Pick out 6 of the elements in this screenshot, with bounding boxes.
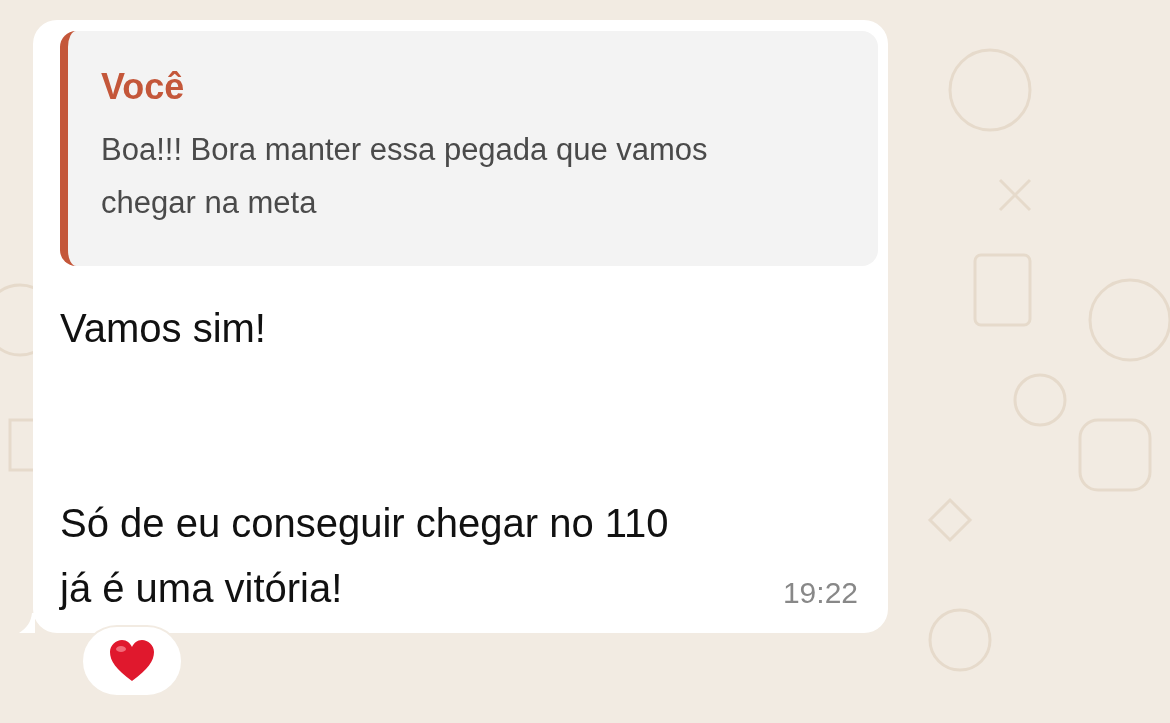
message-text: Vamos sim! Só de eu conseguir chegar no 110 já é uma vitória!	[60, 304, 669, 612]
message-time: 19:22	[782, 574, 858, 611]
quote-text: Boa!!! Bora manter essa pegada que vamos chegar na meta	[101, 131, 709, 222]
heart-icon	[108, 638, 156, 683]
quoted-message[interactable]: Você Boa!!! Bora manter essa pegada que vamos chegar na meta	[60, 31, 878, 266]
quote-author: Você	[101, 65, 186, 109]
